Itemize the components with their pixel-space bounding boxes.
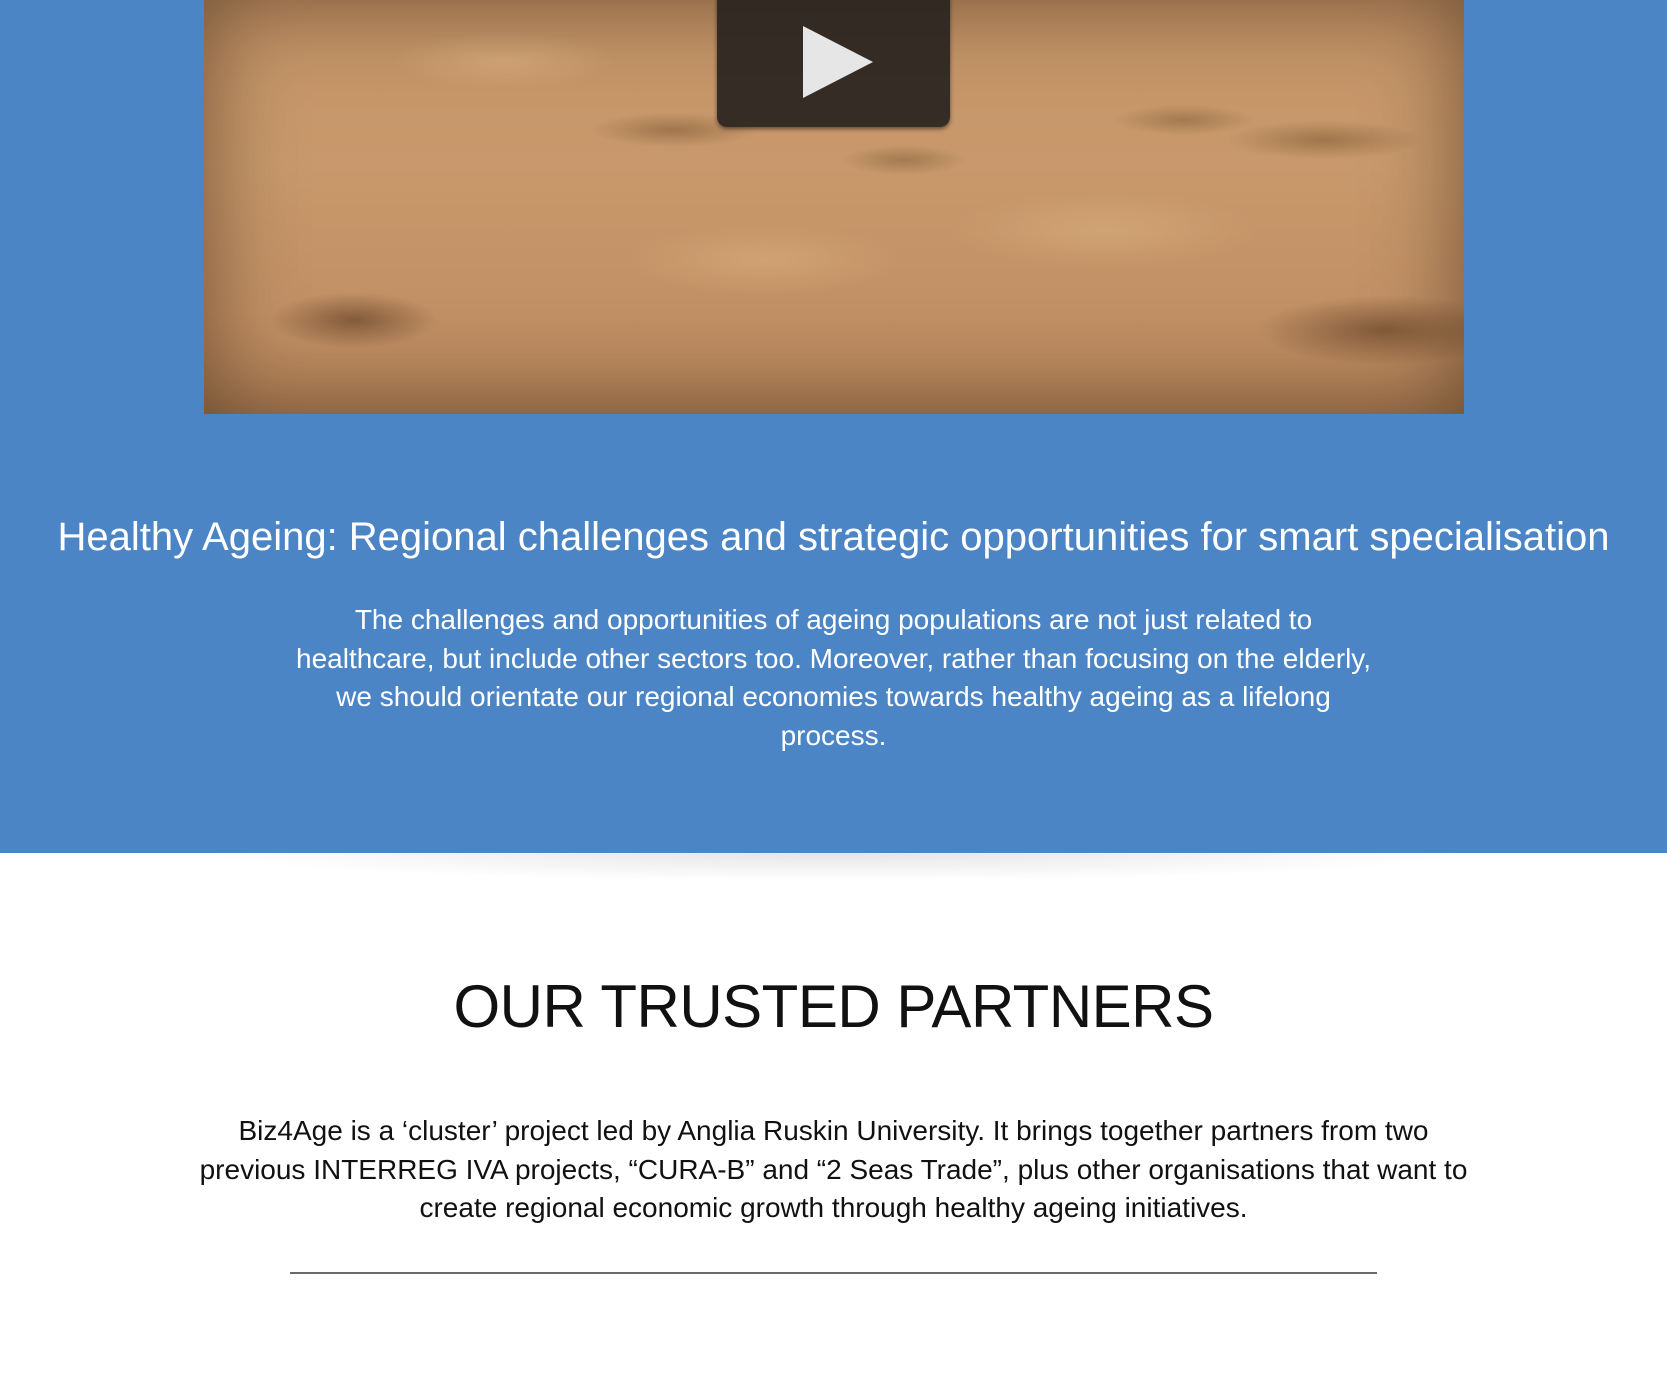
divider — [290, 1272, 1377, 1274]
hero-title: Healthy Ageing: Regional challenges and … — [57, 515, 1610, 559]
video-player[interactable] — [204, 0, 1464, 414]
section-shadow — [0, 853, 1667, 893]
partners-heading: OUR TRUSTED PARTNERS — [453, 973, 1214, 1040]
page: Healthy Ageing: Regional challenges and … — [0, 0, 1667, 1383]
play-button[interactable] — [717, 0, 950, 127]
partners-description: Biz4Age is a ‘cluster’ project led by An… — [199, 1115, 1468, 1223]
hero-description: The challenges and opportunities of agei… — [296, 604, 1371, 751]
hero-section: Healthy Ageing: Regional challenges and … — [0, 0, 1667, 853]
play-icon — [803, 26, 873, 98]
